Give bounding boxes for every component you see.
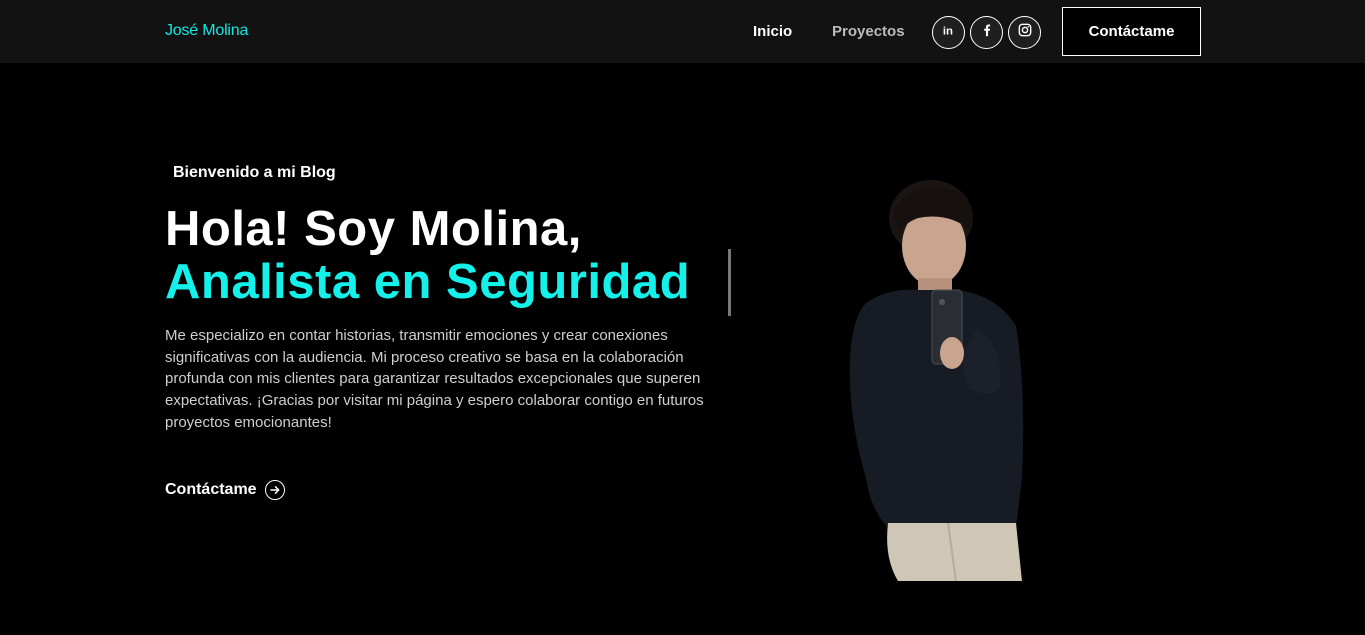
linkedin-icon: in <box>942 23 956 42</box>
hero-description: Me especializo en contar historias, tran… <box>165 327 704 431</box>
contact-link[interactable]: Contáctame <box>165 480 285 500</box>
facebook-icon <box>980 23 994 42</box>
svg-text:in: in <box>942 25 952 37</box>
contact-link-label: Contáctame <box>165 481 257 498</box>
facebook-button[interactable] <box>970 16 1003 49</box>
profile-photo <box>849 180 1024 581</box>
instagram-button[interactable] <box>1008 16 1041 49</box>
page-title: Hola! Soy Molina, Analista en Seguridad <box>165 203 805 309</box>
linkedin-button[interactable]: in <box>932 16 965 49</box>
typing-cursor <box>728 249 731 316</box>
instagram-icon <box>1018 23 1032 42</box>
navbar: José Molina Inicio Proyectos in Contácta… <box>0 0 1365 63</box>
tagline: Bienvenido a mi Blog <box>173 164 336 181</box>
nav-link-proyectos[interactable]: Proyectos <box>832 23 905 40</box>
arrow-circle-right-icon <box>264 480 285 500</box>
nav-link-inicio[interactable]: Inicio <box>753 23 792 40</box>
headline-greeting: Hola! Soy Molina, <box>165 202 582 256</box>
contact-button[interactable]: Contáctame <box>1062 7 1201 56</box>
site-logo[interactable]: José Molina <box>165 22 248 40</box>
headline-role: Analista en Seguridad <box>165 255 691 309</box>
